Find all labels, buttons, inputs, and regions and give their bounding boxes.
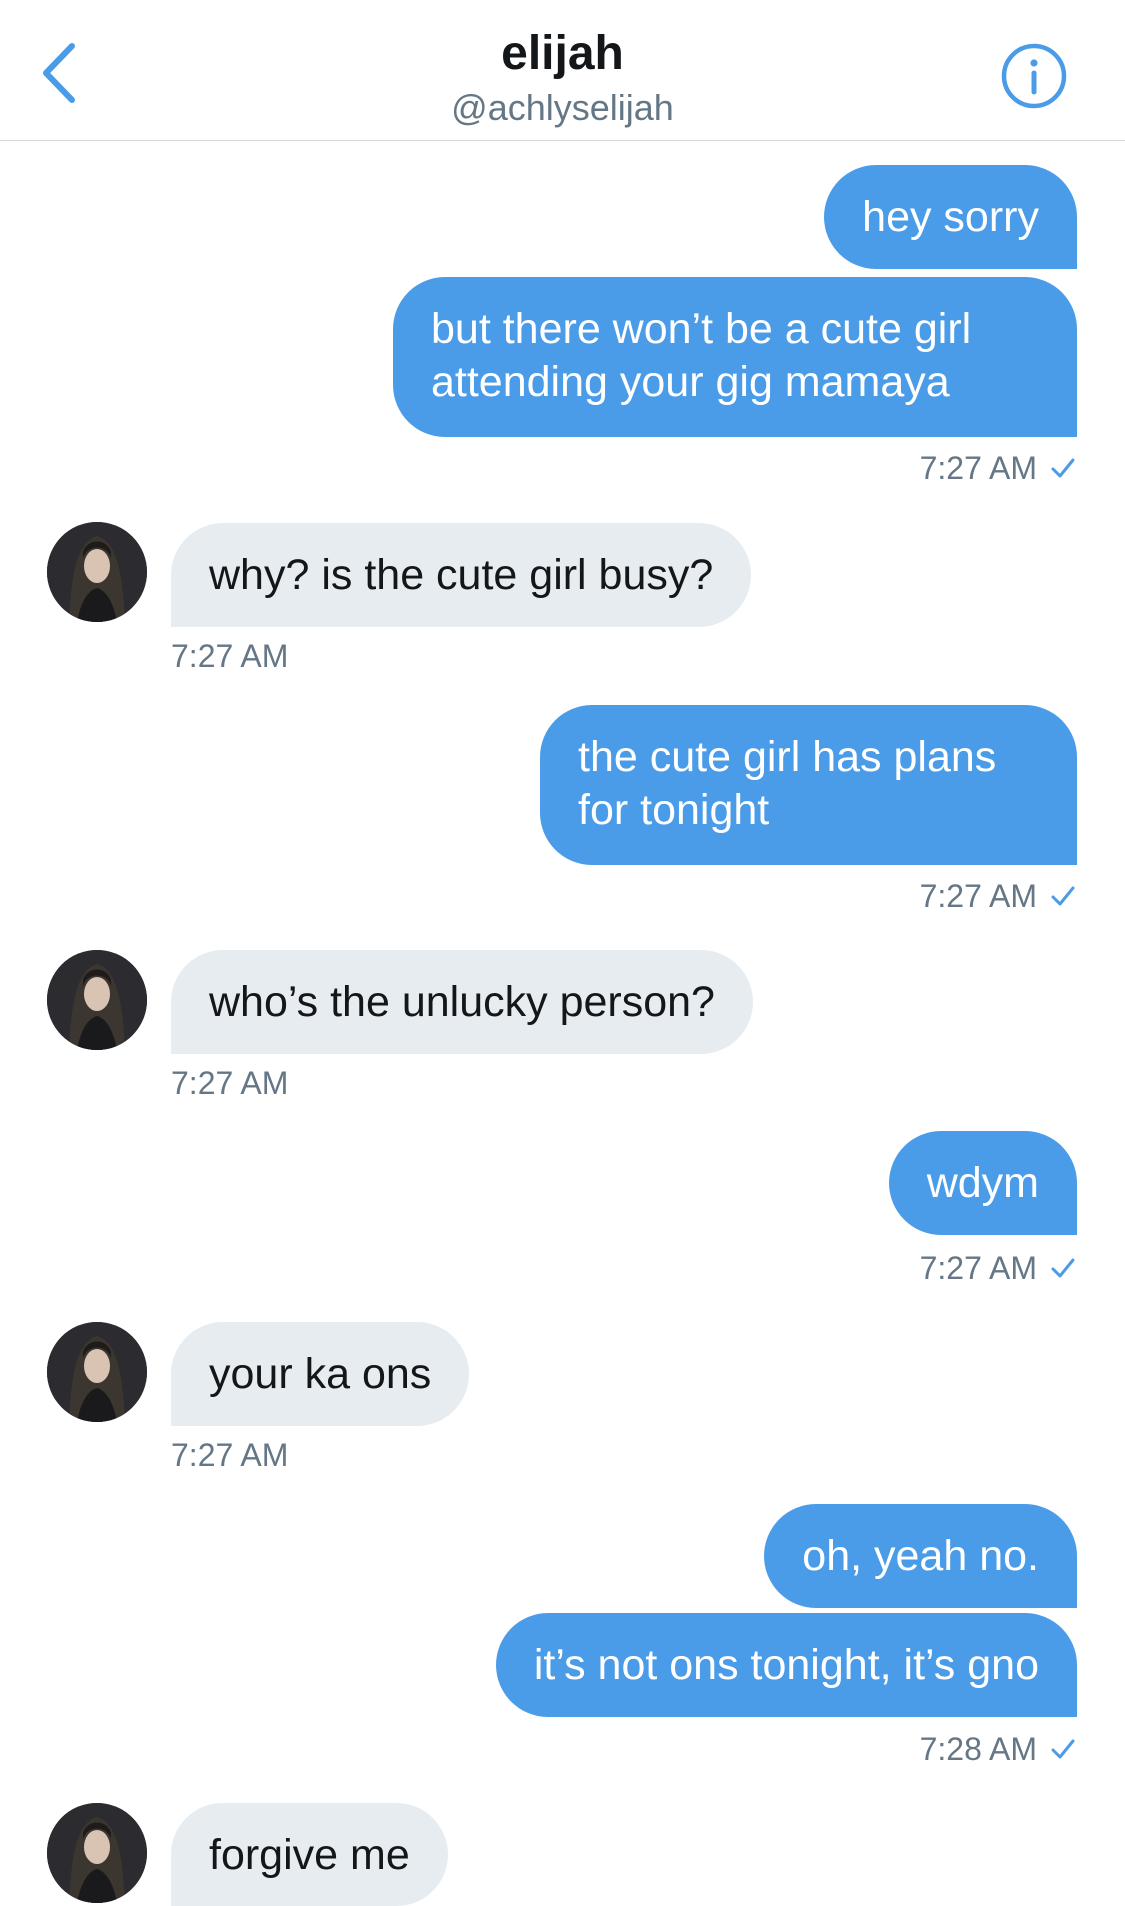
- message-bubble-incoming[interactable]: who’s the unlucky person?: [171, 950, 753, 1054]
- message-timestamp: 7:27 AM: [920, 1248, 1077, 1288]
- timestamp-text: 7:27 AM: [171, 638, 289, 674]
- info-button[interactable]: [1000, 42, 1068, 110]
- timestamp-text: 7:27 AM: [171, 1437, 289, 1473]
- avatar-image: [47, 522, 147, 622]
- read-check-icon: [1051, 1739, 1075, 1759]
- message-bubble-outgoing[interactable]: oh, yeah no.: [764, 1504, 1077, 1608]
- message-timestamp: 7:28 AM: [920, 1729, 1077, 1769]
- avatar-image: [47, 1803, 147, 1903]
- conversation-header: elijah @achlyselijah: [0, 0, 1125, 141]
- timestamp-text: 7:28 AM: [919, 1731, 1037, 1767]
- message-timestamp: 7:27 AM: [920, 448, 1077, 488]
- avatar-image: [47, 950, 147, 1050]
- message-timestamp: 7:27 AM: [920, 876, 1077, 916]
- message-text: wdym: [926, 1159, 1039, 1207]
- timestamp-text: 7:27 AM: [171, 1065, 289, 1101]
- read-check-icon: [1051, 458, 1075, 478]
- avatar[interactable]: [47, 1322, 147, 1422]
- message-text: forgive me: [209, 1831, 410, 1879]
- message-bubble-outgoing[interactable]: it’s not ons tonight, it’s gno: [495, 1613, 1077, 1717]
- message-text: why? is the cute girl busy?: [209, 551, 714, 599]
- timestamp-text: 7:27 AM: [919, 450, 1037, 486]
- avatar[interactable]: [47, 950, 147, 1050]
- message-text: oh, yeah no.: [802, 1532, 1039, 1580]
- read-check-icon: [1051, 886, 1075, 906]
- conversation-title: elijah: [501, 27, 624, 80]
- message-bubble-outgoing[interactable]: hey sorry: [824, 165, 1077, 269]
- message-timestamp: 7:27 AM: [171, 1435, 288, 1475]
- user-handle: @achlyselijah: [451, 87, 674, 128]
- message-text: hey sorry: [862, 193, 1039, 241]
- message-text: it’s not ons tonight, it’s gno: [533, 1641, 1039, 1689]
- message-bubble-outgoing[interactable]: but there won’t be a cute girl attending…: [393, 277, 1077, 437]
- message-text: the cute girl has plans for tonight: [578, 733, 997, 834]
- info-circle-icon: [1001, 43, 1067, 109]
- avatar[interactable]: [47, 1803, 147, 1903]
- message-bubble-incoming[interactable]: why? is the cute girl busy?: [171, 523, 752, 627]
- message-bubble-incoming[interactable]: forgive me: [171, 1803, 448, 1906]
- message-text: who’s the unlucky person?: [209, 978, 715, 1026]
- message-text: but there won’t be a cute girl attending…: [431, 305, 972, 406]
- read-check-icon: [1051, 1258, 1075, 1278]
- message-timestamp: 7:27 AM: [171, 636, 288, 676]
- message-timestamp: 7:27 AM: [171, 1063, 288, 1103]
- message-bubble-outgoing[interactable]: wdym: [888, 1131, 1077, 1235]
- timestamp-text: 7:27 AM: [919, 1250, 1037, 1286]
- message-bubble-incoming[interactable]: your ka ons: [171, 1322, 470, 1426]
- message-text: your ka ons: [209, 1350, 432, 1398]
- avatar-image: [47, 1322, 147, 1422]
- message-bubble-outgoing[interactable]: the cute girl has plans for tonight: [540, 705, 1077, 865]
- title-block: elijah @achlyselijah: [0, 26, 1125, 130]
- timestamp-text: 7:27 AM: [919, 878, 1037, 914]
- avatar[interactable]: [47, 522, 147, 622]
